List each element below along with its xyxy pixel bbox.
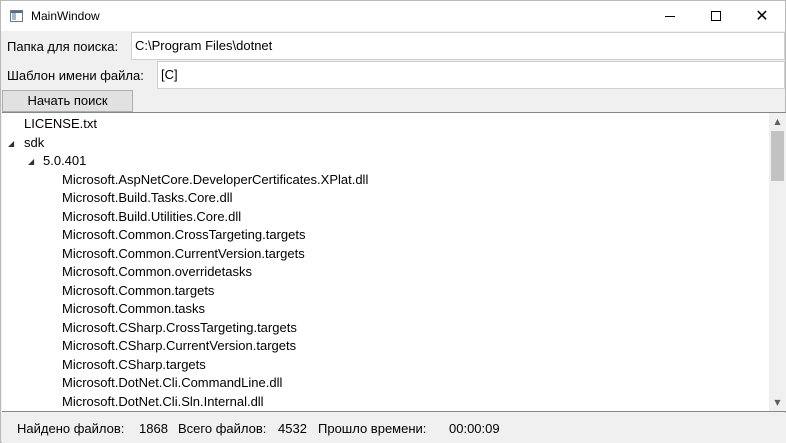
app-window-icon [10,10,23,22]
minimize-button[interactable] [647,1,693,31]
tree-item-license[interactable]: LICENSE.txt [24,115,97,133]
tree-file-item[interactable]: Microsoft.Common.CurrentVersion.targets [62,245,305,263]
expand-arrow-icon[interactable]: ◢ [8,139,18,149]
tree-file-item[interactable]: Microsoft.AspNetCore.DeveloperCertificat… [62,171,368,189]
tree-file-item[interactable]: Microsoft.Common.targets [62,282,214,300]
tree-file-item[interactable]: Microsoft.Common.tasks [62,300,205,318]
file-tree[interactable]: LICENSE.txt ◢ sdk ◢ 5.0.401 Microsoft.As… [2,112,786,412]
status-bar: Найдено файлов: 1868 Всего файлов: 4532 … [2,413,786,443]
total-files-label: Всего файлов: [178,421,267,436]
folder-input[interactable]: C:\Program Files\dotnet [131,32,785,60]
scroll-thumb[interactable] [771,131,784,181]
pattern-input[interactable]: [C] [157,61,785,89]
tree-item-sdk[interactable]: sdk [24,134,44,152]
tree-file-item[interactable]: Microsoft.CSharp.targets [62,356,206,374]
tree-file-item[interactable]: Microsoft.DotNet.Cli.CommandLine.dll [62,374,282,392]
close-button[interactable]: ✕ [739,1,785,31]
title-bar[interactable]: MainWindow ✕ [1,1,785,31]
scroll-up-arrow-icon[interactable]: ▲ [769,113,786,130]
tree-file-item[interactable]: Microsoft.Common.overridetasks [62,263,252,281]
tree-file-item[interactable]: Microsoft.Build.Utilities.Core.dll [62,208,241,226]
tree-file-item[interactable]: Microsoft.Common.CrossTargeting.targets [62,226,305,244]
scroll-down-arrow-icon[interactable]: ▼ [769,394,786,411]
maximize-icon [711,11,721,21]
pattern-label: Шаблон имени файла: [7,68,144,83]
minimize-icon [665,16,675,17]
elapsed-time-value: 00:00:09 [449,421,500,436]
maximize-button[interactable] [693,1,739,31]
tree-file-item[interactable]: Microsoft.Build.Tasks.Core.dll [62,189,233,207]
expand-arrow-icon[interactable]: ◢ [28,157,38,167]
close-icon: ✕ [755,6,769,25]
found-files-count: 1868 [139,421,168,436]
total-files-count: 4532 [278,421,307,436]
window-title: MainWindow [31,9,100,23]
start-search-button[interactable]: Начать поиск [2,90,133,112]
tree-file-item[interactable]: Microsoft.DotNet.Cli.Sln.Internal.dll [62,393,264,411]
found-files-label: Найдено файлов: [17,421,125,436]
tree-file-item[interactable]: Microsoft.CSharp.CrossTargeting.targets [62,319,297,337]
tree-file-item[interactable]: Microsoft.CSharp.CurrentVersion.targets [62,337,296,355]
elapsed-time-label: Прошло времени: [318,421,427,436]
tree-item-version[interactable]: 5.0.401 [43,152,86,170]
vertical-scrollbar[interactable]: ▲ ▼ [769,113,786,411]
folder-label: Папка для поиска: [7,39,119,54]
main-window: MainWindow ✕ Папка для поиска: C:\Progra… [0,0,786,443]
